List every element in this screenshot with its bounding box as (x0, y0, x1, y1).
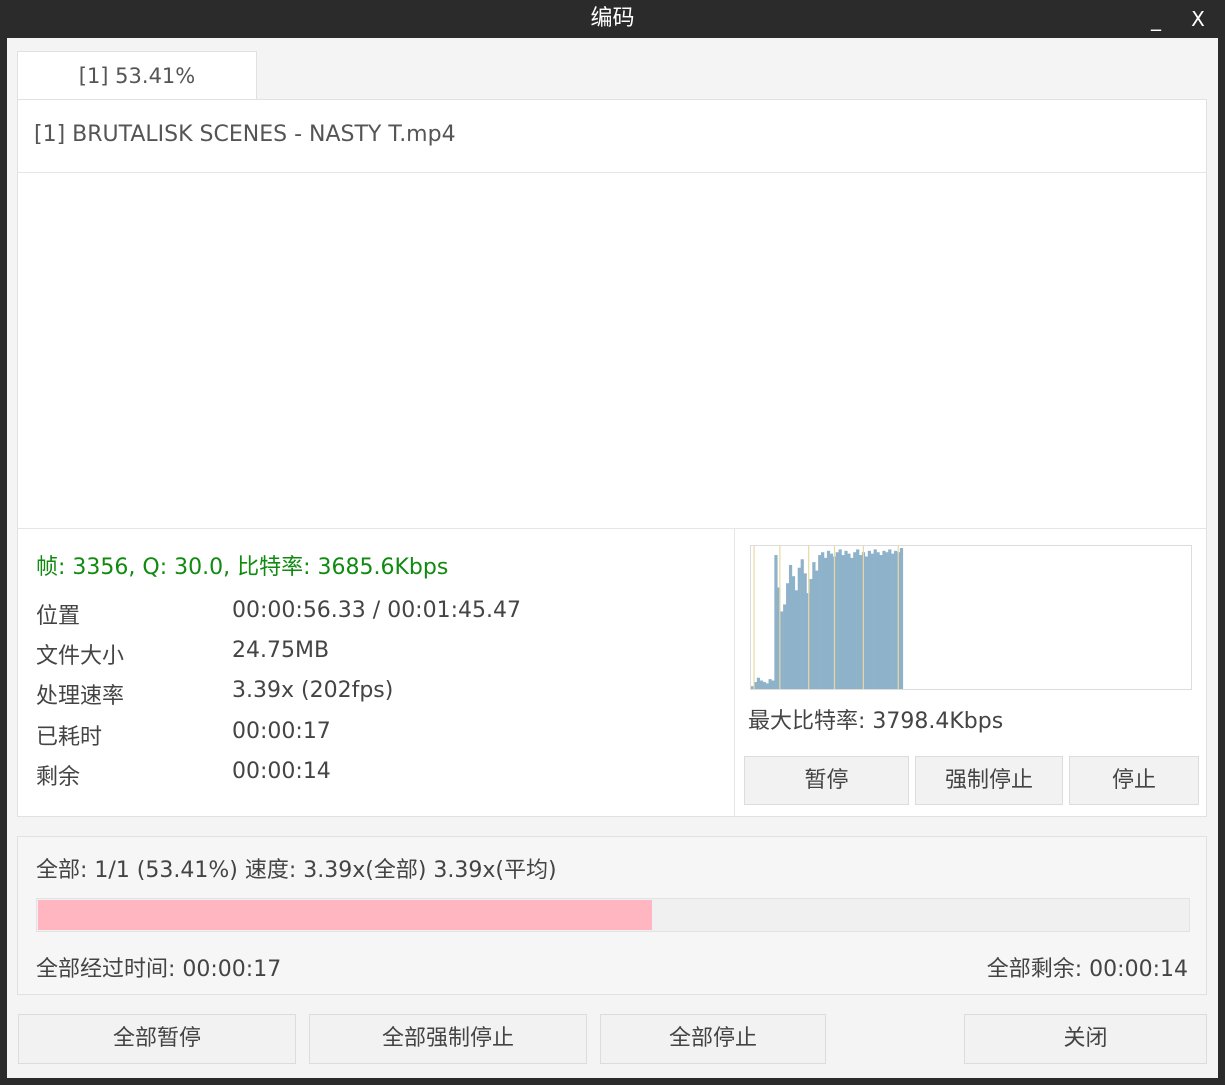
bitrate-bar (803, 573, 807, 689)
job-panel: [1] BRUTALISK SCENES - NASTY T.mp4 帧: 33… (17, 99, 1207, 817)
divider (18, 528, 1206, 529)
bitrate-bar (850, 557, 854, 689)
overall-progress-fill (38, 900, 653, 930)
bitrate-bar (786, 583, 790, 689)
close-window-button[interactable]: X (1178, 0, 1218, 38)
bitrate-bar (841, 555, 845, 689)
bitrate-bar (888, 549, 892, 689)
bitrate-bar (870, 553, 874, 689)
bitrate-bar (812, 562, 816, 689)
bitrate-graph (750, 545, 1192, 690)
pause-all-button[interactable]: 全部暂停 (18, 1014, 296, 1064)
stat-label: 已耗时 (36, 725, 103, 750)
bitrate-bar (844, 550, 848, 689)
bitrate-bar (864, 556, 869, 689)
bitrate-bar (794, 590, 799, 689)
bitrate-bar (829, 553, 834, 689)
bitrate-bar (879, 555, 883, 689)
stat-value: 00:00:17 (232, 719, 331, 744)
stat-value: 00:00:56.33 / 00:01:45.47 (232, 598, 521, 623)
bitrate-bar (835, 552, 839, 689)
bitrate-bar (762, 681, 766, 689)
force-stop-all-button[interactable]: 全部强制停止 (309, 1014, 587, 1064)
encode-status-line: 帧: 3356, Q: 30.0, 比特率: 3685.6Kbps (36, 555, 449, 580)
stat-value: 00:00:14 (232, 759, 331, 784)
encode-window: 编码 _ X [1] 53.41% [1] BRUTALISK SCENES -… (0, 0, 1225, 1085)
stat-label: 文件大小 (36, 644, 125, 669)
overall-progress-bar (36, 898, 1190, 932)
divider (734, 528, 735, 816)
bitrate-bar (882, 550, 886, 689)
bitrate-bar (853, 552, 857, 689)
bitrate-bar (818, 555, 822, 689)
minimize-button[interactable]: _ (1136, 0, 1176, 38)
bitrate-graph-canvas (751, 546, 904, 689)
close-button[interactable]: 关闭 (964, 1014, 1207, 1064)
bitrate-bar (891, 553, 895, 689)
bitrate-bar (856, 549, 860, 689)
overall-remaining: 全部剩余: 00:00:14 (986, 957, 1188, 982)
stat-label: 剩余 (36, 765, 81, 790)
stop-button[interactable]: 停止 (1069, 756, 1199, 805)
bitrate-bar (783, 604, 787, 689)
bitrate-bar (774, 555, 778, 689)
job-filename: [1] BRUTALISK SCENES - NASTY T.mp4 (34, 122, 456, 147)
overall-elapsed: 全部经过时间: 00:00:17 (36, 957, 282, 982)
bitrate-bar (797, 567, 801, 689)
bitrate-bar (838, 549, 842, 689)
bitrate-bar (815, 570, 819, 689)
pause-button[interactable]: 暂停 (744, 756, 909, 805)
stat-value: 24.75MB (232, 638, 330, 663)
force-stop-button[interactable]: 强制停止 (915, 756, 1063, 805)
stop-all-button[interactable]: 全部停止 (600, 1014, 826, 1064)
client-area: [1] 53.41% [1] BRUTALISK SCENES - NASTY … (7, 38, 1218, 1078)
bitrate-bar (809, 579, 813, 689)
max-bitrate-label: 最大比特率: 3798.4Kbps (748, 709, 1004, 734)
bitrate-bar (847, 553, 851, 689)
bitrate-bar (899, 548, 904, 689)
bitrate-bar (800, 559, 804, 689)
overall-summary: 全部: 1/1 (53.41%) 速度: 3.39x(全部) 3.39x(平均) (36, 858, 557, 883)
overall-progress-panel: 全部: 1/1 (53.41%) 速度: 3.39x(全部) 3.39x(平均)… (17, 836, 1207, 995)
bitrate-bar (876, 552, 880, 689)
bitrate-bar (823, 557, 828, 689)
stat-label: 处理速率 (36, 684, 125, 709)
divider (18, 172, 1206, 173)
bitrate-bar (765, 683, 769, 689)
window-title: 编码 (590, 6, 635, 31)
bitrate-bar (759, 680, 763, 689)
stat-value: 3.39x (202fps) (232, 678, 394, 703)
bitrate-bar (780, 611, 784, 689)
bitrate-bar (768, 679, 772, 689)
bitrate-bar (821, 552, 825, 689)
title-bar: 编码 _ X (0, 0, 1225, 38)
bitrate-bar (826, 550, 831, 689)
bitrate-bar (885, 552, 889, 689)
bitrate-bar (859, 555, 863, 689)
bitrate-bar (788, 564, 793, 689)
bitrate-bar (791, 576, 796, 689)
bitrate-bar (867, 550, 871, 689)
bitrate-bar (756, 677, 761, 689)
bitrate-bar (873, 549, 877, 689)
bitrate-bar (894, 550, 898, 689)
stat-label: 位置 (36, 604, 81, 629)
bitrate-bar (771, 680, 775, 689)
tab-job-1[interactable]: [1] 53.41% (17, 51, 257, 100)
